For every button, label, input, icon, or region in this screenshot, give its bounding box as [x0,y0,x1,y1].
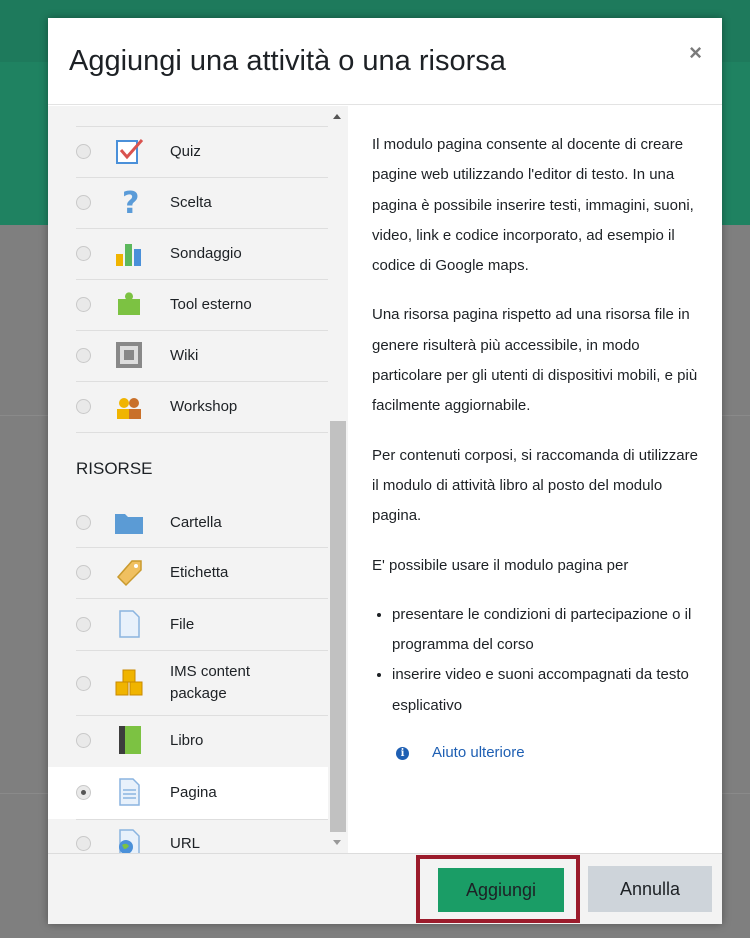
radio-choice[interactable] [76,195,91,210]
radio-quiz[interactable] [76,144,91,159]
scrollbar-thumb[interactable] [330,421,346,832]
divider [76,715,328,716]
option-label: Tool esterno [170,296,252,313]
radio-workshop[interactable] [76,399,91,414]
book-icon [119,726,141,754]
divider [76,330,328,331]
option-label: File [170,616,195,633]
divider [76,126,328,127]
survey-icon [116,244,141,266]
radio-page[interactable] [76,785,91,800]
radio-folder[interactable] [76,515,91,530]
external-tool-icon [118,292,140,315]
more-help-link[interactable]: Aiuto ulteriore [432,744,525,761]
option-label: Quiz [170,143,201,160]
option-label: Sondaggio [170,245,242,262]
option-label: Wiki [170,347,199,364]
info-icon: i [396,747,409,760]
divider [76,381,328,382]
file-icon [119,610,140,638]
radio-external-tool[interactable] [76,297,91,312]
option-label: Workshop [170,398,238,415]
option-label: Scelta [170,194,212,211]
svg-text:?: ? [122,187,139,217]
cancel-button[interactable]: Annulla [588,866,712,912]
option-label: IMS content [170,663,251,680]
divider [76,432,328,433]
section-heading-resources: RISORSE [76,459,153,478]
radio-file[interactable] [76,617,91,632]
divider [76,598,328,599]
scroll-down-icon[interactable] [333,840,341,845]
help-paragraph: E' possibile usare il modulo pagina per [372,556,629,574]
radio-url[interactable] [76,836,91,851]
options-scrollbar[interactable] [328,106,348,853]
option-label: Libro [170,732,204,749]
url-icon [119,829,140,853]
help-paragraph: Per contenuti corposi, si raccomanda di … [372,446,698,525]
radio-ims-package[interactable] [76,676,91,691]
radio-label[interactable] [76,565,91,580]
workshop-icon [117,398,141,419]
radio-survey[interactable] [76,246,91,261]
label-icon [116,560,142,587]
help-text: Il modulo pagina consente al docente di … [372,130,702,740]
help-panel: Il modulo pagina consente al docente di … [348,106,722,853]
choice-icon: ? [122,187,139,217]
dialog-footer: Aggiungi Annulla [48,853,722,924]
dialog-title: Aggiungi una attività o una risorsa [69,45,506,77]
radio-book[interactable] [76,733,91,748]
help-list-item: inserire video e suoni accompagnati da t… [392,660,702,721]
help-list-item: presentare le condizioni di partecipazio… [392,600,702,661]
divider [76,279,328,280]
ims-package-icon [115,669,143,696]
dialog-header: Aggiungi una attività o una risorsa × [48,18,722,105]
scroll-up-icon[interactable] [333,114,341,119]
help-paragraph: Il modulo pagina consente al docente di … [372,136,694,275]
option-label: Cartella [170,514,222,531]
option-label: Etichetta [170,564,229,581]
wiki-icon [116,342,142,368]
add-activity-dialog: Aggiungi una attività o una risorsa × Qu… [48,18,722,924]
help-paragraph: Una risorsa pagina rispetto ad una risor… [372,306,698,415]
divider [76,819,328,820]
close-icon[interactable]: × [689,40,702,66]
folder-icon [115,514,143,534]
divider [76,228,328,229]
radio-wiki[interactable] [76,348,91,363]
divider [76,547,328,548]
quiz-icon [116,139,144,164]
page-icon [119,778,140,806]
divider [76,650,328,651]
option-label-line2: package [170,685,227,702]
divider [76,177,328,178]
help-list: presentare le condizioni di partecipazio… [392,600,702,721]
option-label: URL [170,835,201,852]
add-button[interactable]: Aggiungi [438,868,564,912]
option-label: Pagina [170,784,217,801]
options-list: Quiz ? Scelta Sondaggio Tool esterno Wik… [48,106,348,853]
